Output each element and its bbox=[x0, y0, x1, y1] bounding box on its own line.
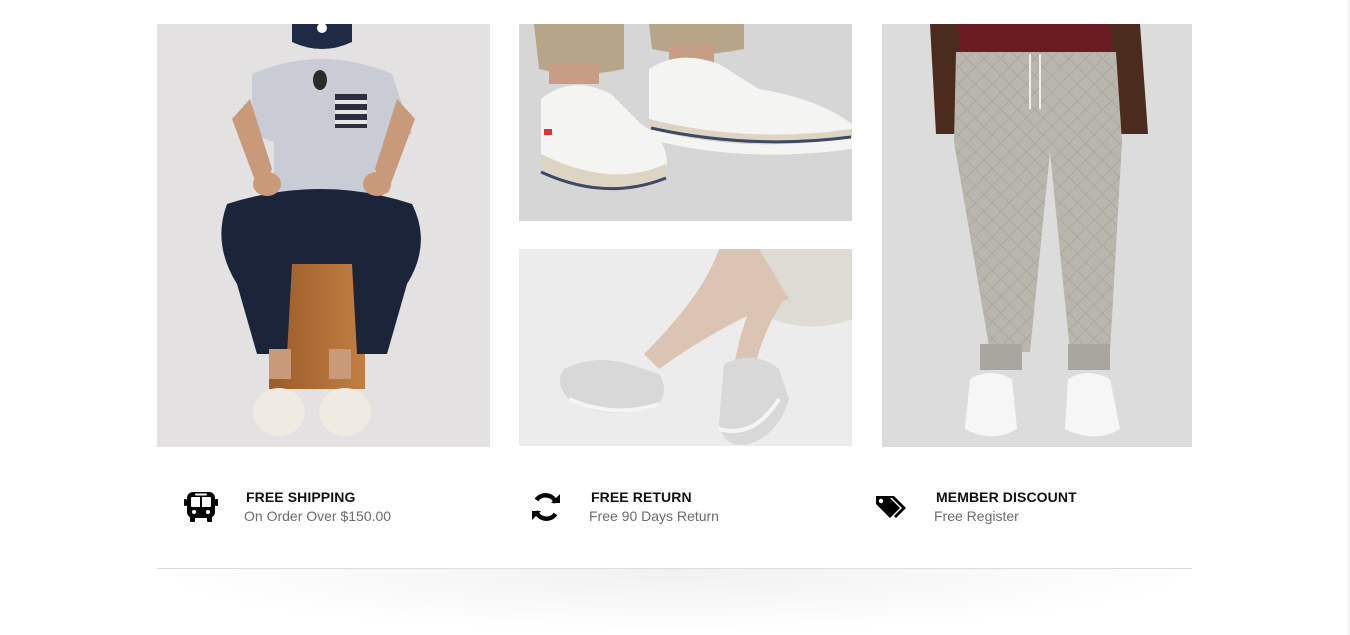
banner-joggers[interactable] bbox=[882, 24, 1192, 447]
banner-man-sitting[interactable] bbox=[157, 24, 490, 447]
banner-man-sitting-image bbox=[157, 24, 490, 447]
service-title: MEMBER DISCOUNT bbox=[936, 489, 1077, 505]
banner-shoes-closeup-image bbox=[519, 24, 852, 221]
banner-woman-sneakers-image bbox=[519, 249, 852, 446]
section-shadow bbox=[177, 569, 1172, 629]
banner-shoes-closeup[interactable] bbox=[519, 24, 852, 221]
service-title: FREE RETURN bbox=[591, 489, 692, 505]
service-title: FREE SHIPPING bbox=[246, 489, 356, 505]
refresh-icon bbox=[529, 490, 563, 524]
home-content-section: FREE SHIPPING On Order Over $150.00 FREE… bbox=[157, 0, 1192, 635]
tags-icon bbox=[874, 490, 908, 524]
banner-joggers-image bbox=[882, 24, 1192, 447]
banner-woman-sneakers[interactable] bbox=[519, 249, 852, 446]
service-subtitle: On Order Over $150.00 bbox=[244, 508, 392, 524]
bus-icon bbox=[184, 490, 218, 524]
service-subtitle: Free Register bbox=[934, 508, 1019, 524]
service-subtitle: Free 90 Days Return bbox=[589, 508, 719, 524]
